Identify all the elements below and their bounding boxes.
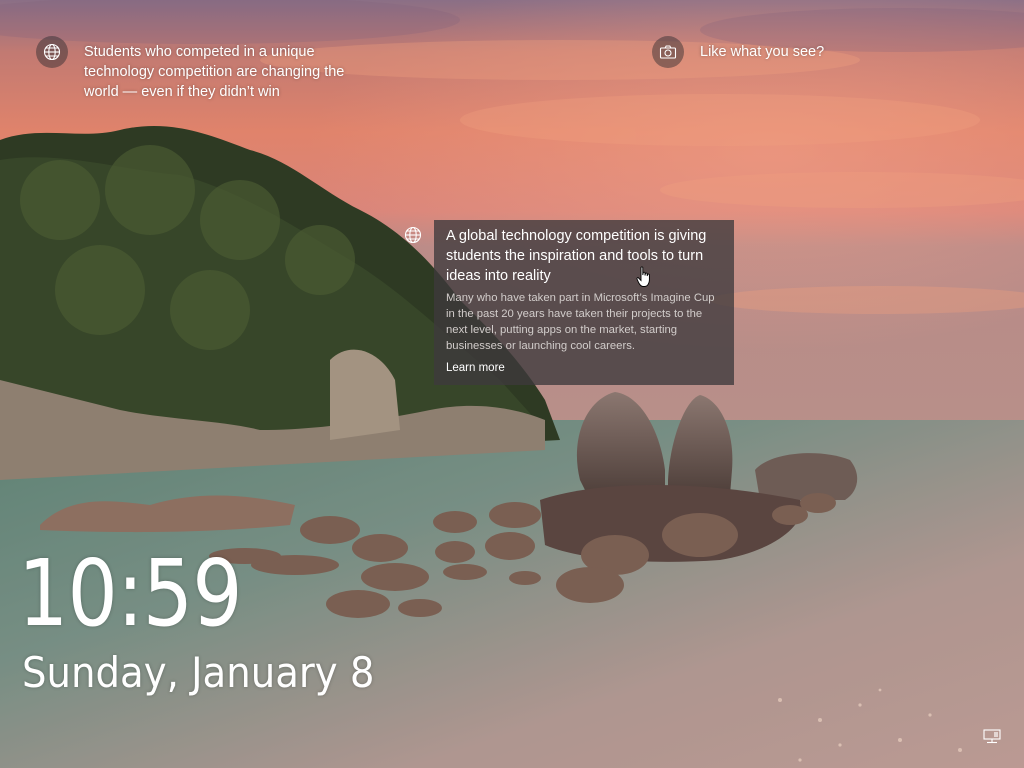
card-body: Many who have taken part in Microsoft’s … <box>446 292 715 352</box>
like-camera-button[interactable] <box>652 36 684 68</box>
spotlight-headline[interactable]: Students who competed in a unique techno… <box>84 42 374 102</box>
card-title: A global technology competition is givin… <box>446 228 707 284</box>
headline-globe-button[interactable] <box>36 36 68 68</box>
hand-cursor-icon <box>636 266 650 287</box>
camera-icon <box>659 45 677 59</box>
network-icon[interactable] <box>983 729 1001 745</box>
card-globe-icon-wrap <box>404 226 424 246</box>
lockscreen-time: 10:59 <box>18 540 243 647</box>
spotlight-info-card: A global technology competition is givin… <box>434 220 734 385</box>
learn-more-link[interactable]: Learn more <box>446 362 505 374</box>
globe-icon <box>404 226 422 244</box>
lockscreen-date: Sunday, January 8 <box>22 648 375 697</box>
globe-icon <box>43 43 61 61</box>
like-prompt[interactable]: Like what you see? <box>700 42 824 62</box>
